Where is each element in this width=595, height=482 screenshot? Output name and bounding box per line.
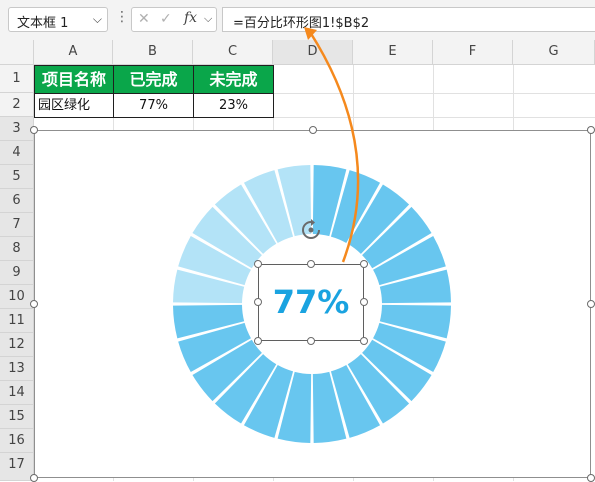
- percentage-textbox[interactable]: 77%: [258, 264, 364, 341]
- cancel-icon[interactable]: ✕: [138, 11, 150, 27]
- header-completed[interactable]: 已完成: [113, 65, 194, 94]
- check-icon[interactable]: ✓: [160, 11, 172, 27]
- row-header-8[interactable]: 8: [0, 237, 34, 261]
- resize-handle[interactable]: [254, 260, 262, 268]
- name-box[interactable]: 文本框 1 ⌵: [8, 7, 108, 32]
- resize-handle[interactable]: [360, 260, 368, 268]
- more-options-icon[interactable]: ⋮: [115, 10, 129, 24]
- chevron-down-icon[interactable]: ⌵: [93, 12, 102, 27]
- row-header-2[interactable]: 2: [0, 93, 34, 117]
- column-header-g[interactable]: G: [513, 40, 595, 65]
- column-header-b[interactable]: B: [113, 40, 193, 65]
- column-header-e[interactable]: E: [353, 40, 433, 65]
- formula-input[interactable]: =百分比环形图1!$B$2: [222, 7, 595, 32]
- resize-handle[interactable]: [587, 300, 595, 308]
- row-header-6[interactable]: 6: [0, 189, 34, 213]
- resize-handle[interactable]: [309, 126, 317, 134]
- formula-controls: ✕ ✓ fx ⌵: [131, 7, 217, 32]
- row-header-7[interactable]: 7: [0, 213, 34, 237]
- chevron-down-icon[interactable]: ⌵: [204, 12, 212, 26]
- percentage-label: 77%: [272, 283, 350, 321]
- column-header-a[interactable]: A: [34, 40, 113, 65]
- row-header-5[interactable]: 5: [0, 165, 34, 189]
- row-header-4[interactable]: 4: [0, 141, 34, 165]
- resize-handle[interactable]: [307, 337, 315, 345]
- row-header-14[interactable]: 14: [0, 381, 34, 405]
- resize-handle[interactable]: [254, 298, 262, 306]
- rotate-icon[interactable]: [299, 219, 323, 243]
- row-header-11[interactable]: 11: [0, 309, 34, 333]
- cell-project-name[interactable]: 园区绿化: [34, 93, 114, 118]
- formula-bar: 文本框 1 ⌵ ⋮ ✕ ✓ fx ⌵ =百分比环形图1!$B$2: [0, 0, 595, 41]
- column-header-f[interactable]: F: [433, 40, 513, 65]
- row-header-3[interactable]: 3: [0, 117, 34, 141]
- row-header-17[interactable]: 17: [0, 453, 34, 481]
- row-header-13[interactable]: 13: [0, 357, 34, 381]
- resize-handle[interactable]: [30, 300, 38, 308]
- name-box-value: 文本框 1: [17, 16, 69, 31]
- resize-handle[interactable]: [360, 337, 368, 345]
- cell-completed[interactable]: 77%: [113, 93, 194, 118]
- row-header-15[interactable]: 15: [0, 405, 34, 429]
- row-header-10[interactable]: 10: [0, 285, 34, 309]
- row-header-9[interactable]: 9: [0, 261, 34, 285]
- formula-text: =百分比环形图1!$B$2: [233, 16, 370, 31]
- resize-handle[interactable]: [360, 298, 368, 306]
- insert-function-icon[interactable]: fx: [184, 10, 197, 26]
- resize-handle[interactable]: [30, 126, 38, 134]
- header-incomplete[interactable]: 未完成: [193, 65, 274, 94]
- row-header-16[interactable]: 16: [0, 429, 34, 453]
- resize-handle[interactable]: [307, 260, 315, 268]
- column-header-d[interactable]: D: [273, 40, 353, 65]
- column-header-c[interactable]: C: [193, 40, 273, 65]
- row-header-12[interactable]: 12: [0, 333, 34, 357]
- resize-handle[interactable]: [587, 126, 595, 134]
- header-project-name[interactable]: 项目名称: [34, 65, 114, 94]
- cell-incomplete[interactable]: 23%: [193, 93, 274, 118]
- resize-handle[interactable]: [254, 337, 262, 345]
- row-header-1[interactable]: 1: [0, 65, 34, 93]
- select-all-corner[interactable]: [0, 40, 34, 65]
